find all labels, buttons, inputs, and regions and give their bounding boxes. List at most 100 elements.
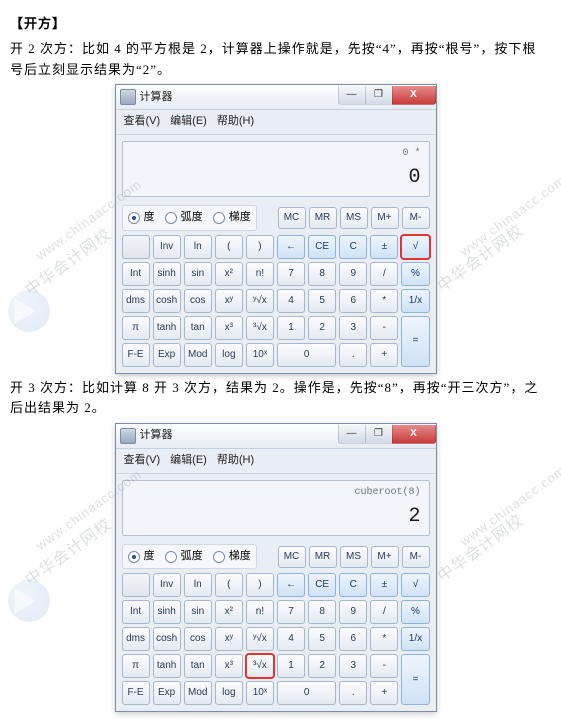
cos-button[interactable]: cos xyxy=(184,627,212,651)
log-button[interactable]: log xyxy=(215,681,243,705)
empty-button[interactable] xyxy=(122,573,150,597)
tan-button[interactable]: tan xyxy=(184,654,212,678)
pi-button[interactable]: π xyxy=(122,654,150,678)
lparen-button[interactable]: ( xyxy=(215,235,243,259)
cosh-button[interactable]: cosh xyxy=(153,627,181,651)
log-button[interactable]: log xyxy=(215,343,243,367)
ce-button[interactable]: CE xyxy=(308,573,336,597)
digit-9-button[interactable]: 9 xyxy=(339,262,367,286)
cube-root-button[interactable]: ³√x xyxy=(246,316,274,340)
divide-button[interactable]: / xyxy=(370,262,398,286)
reciprocal-button[interactable]: 1/x xyxy=(401,627,429,651)
menu-help[interactable]: 帮助(H) xyxy=(217,113,254,131)
ten-x-button[interactable]: 10ˣ xyxy=(246,681,274,705)
menu-view[interactable]: 查看(V) xyxy=(124,452,161,470)
radio-gradians[interactable] xyxy=(213,551,225,563)
exp-button[interactable]: Exp xyxy=(153,343,181,367)
digit-2-button[interactable]: 2 xyxy=(308,316,336,340)
mod-button[interactable]: Mod xyxy=(184,343,212,367)
digit-0-button[interactable]: 0 xyxy=(277,681,336,705)
mod-button[interactable]: Mod xyxy=(184,681,212,705)
plus-minus-button[interactable]: ± xyxy=(370,573,398,597)
digit-2-button[interactable]: 2 xyxy=(308,654,336,678)
close-button[interactable]: X xyxy=(392,86,436,105)
ms-button[interactable]: MS xyxy=(340,207,368,229)
digit-6-button[interactable]: 6 xyxy=(339,289,367,313)
mc-button[interactable]: MC xyxy=(278,207,306,229)
percent-button[interactable]: % xyxy=(401,600,429,624)
reciprocal-button[interactable]: 1/x xyxy=(401,289,429,313)
menu-view[interactable]: 查看(V) xyxy=(124,113,161,131)
digit-5-button[interactable]: 5 xyxy=(308,627,336,651)
cosh-button[interactable]: cosh xyxy=(153,289,181,313)
tanh-button[interactable]: tanh xyxy=(153,316,181,340)
mr-button[interactable]: MR xyxy=(309,207,337,229)
digit-7-button[interactable]: 7 xyxy=(277,600,305,624)
dms-button[interactable]: dms xyxy=(122,289,150,313)
rparen-button[interactable]: ) xyxy=(246,573,274,597)
fe-button[interactable]: F-E xyxy=(122,343,150,367)
x-cubed-button[interactable]: x³ xyxy=(215,654,243,678)
menu-edit[interactable]: 编辑(E) xyxy=(170,452,207,470)
lparen-button[interactable]: ( xyxy=(215,573,243,597)
digit-0-button[interactable]: 0 xyxy=(277,343,336,367)
sin-button[interactable]: sin xyxy=(184,262,212,286)
menu-edit[interactable]: 编辑(E) xyxy=(170,113,207,131)
equals-button[interactable]: = xyxy=(401,316,429,367)
percent-button[interactable]: % xyxy=(401,262,429,286)
digit-1-button[interactable]: 1 xyxy=(277,316,305,340)
multiply-button[interactable]: * xyxy=(370,289,398,313)
y-root-button[interactable]: ʸ√x xyxy=(246,289,274,313)
ce-button[interactable]: CE xyxy=(308,235,336,259)
ln-button[interactable]: ln xyxy=(184,235,212,259)
digit-3-button[interactable]: 3 xyxy=(339,654,367,678)
c-button[interactable]: C xyxy=(339,573,367,597)
pi-button[interactable]: π xyxy=(122,316,150,340)
multiply-button[interactable]: * xyxy=(370,627,398,651)
radio-degrees[interactable] xyxy=(128,212,140,224)
tanh-button[interactable]: tanh xyxy=(153,654,181,678)
fe-button[interactable]: F-E xyxy=(122,681,150,705)
digit-8-button[interactable]: 8 xyxy=(308,262,336,286)
mc-button[interactable]: MC xyxy=(278,546,306,568)
mminus-button[interactable]: M- xyxy=(402,207,430,229)
close-button[interactable]: X xyxy=(392,425,436,444)
backspace-button[interactable]: ← xyxy=(277,573,305,597)
ms-button[interactable]: MS xyxy=(340,546,368,568)
digit-5-button[interactable]: 5 xyxy=(308,289,336,313)
dms-button[interactable]: dms xyxy=(122,627,150,651)
c-button[interactable]: C xyxy=(339,235,367,259)
radio-degrees[interactable] xyxy=(128,551,140,563)
digit-6-button[interactable]: 6 xyxy=(339,627,367,651)
ln-button[interactable]: ln xyxy=(184,573,212,597)
digit-1-button[interactable]: 1 xyxy=(277,654,305,678)
mplus-button[interactable]: M+ xyxy=(371,207,399,229)
backspace-button[interactable]: ← xyxy=(277,235,305,259)
int-button[interactable]: Int xyxy=(122,600,150,624)
digit-4-button[interactable]: 4 xyxy=(277,627,305,651)
menu-help[interactable]: 帮助(H) xyxy=(217,452,254,470)
mplus-button[interactable]: M+ xyxy=(371,546,399,568)
plus-button[interactable]: + xyxy=(370,343,398,367)
minus-button[interactable]: - xyxy=(370,654,398,678)
maximize-button[interactable]: ❐ xyxy=(365,425,393,444)
radio-radians[interactable] xyxy=(165,551,177,563)
minus-button[interactable]: - xyxy=(370,316,398,340)
minimize-button[interactable]: — xyxy=(338,86,366,105)
x-cubed-button[interactable]: x³ xyxy=(215,316,243,340)
digit-3-button[interactable]: 3 xyxy=(339,316,367,340)
sinh-button[interactable]: sinh xyxy=(153,262,181,286)
cos-button[interactable]: cos xyxy=(184,289,212,313)
inv-button[interactable]: Inv xyxy=(153,235,181,259)
empty-button[interactable] xyxy=(122,235,150,259)
cube-root-button[interactable]: ³√x xyxy=(246,654,274,678)
digit-4-button[interactable]: 4 xyxy=(277,289,305,313)
sqrt-button[interactable]: √ xyxy=(401,235,429,259)
mr-button[interactable]: MR xyxy=(309,546,337,568)
divide-button[interactable]: / xyxy=(370,600,398,624)
radio-gradians[interactable] xyxy=(213,212,225,224)
digit-8-button[interactable]: 8 xyxy=(308,600,336,624)
tan-button[interactable]: tan xyxy=(184,316,212,340)
int-button[interactable]: Int xyxy=(122,262,150,286)
maximize-button[interactable]: ❐ xyxy=(365,86,393,105)
